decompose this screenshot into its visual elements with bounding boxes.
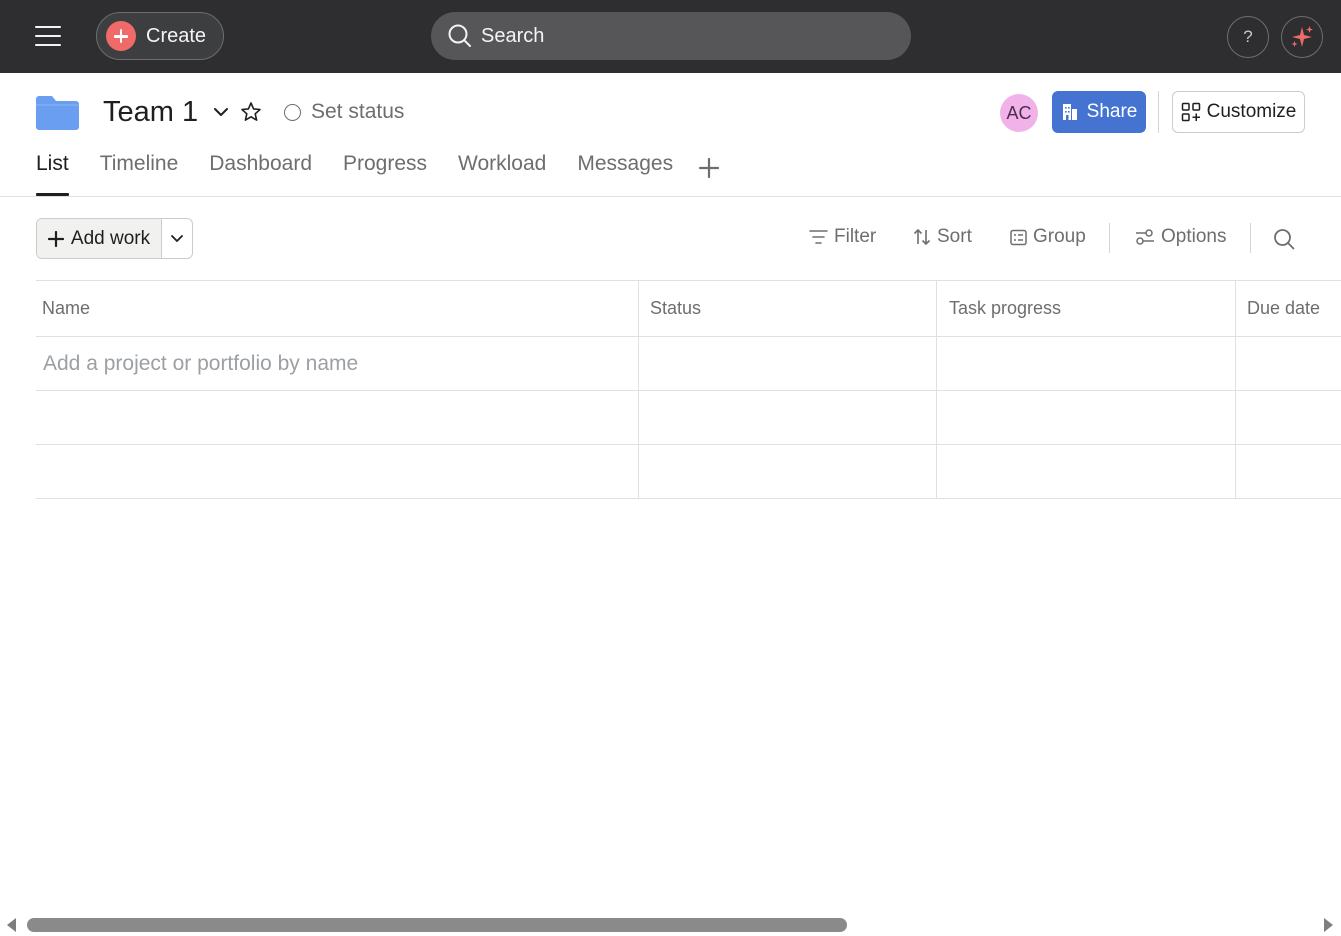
table-cell[interactable] (1236, 337, 1341, 390)
table-cell[interactable] (639, 391, 937, 444)
group-list-icon (1010, 229, 1027, 245)
tab-workload[interactable]: Workload (458, 152, 546, 196)
table-cell[interactable] (36, 445, 639, 498)
column-header-name[interactable]: Name (36, 281, 639, 336)
avatar-initials: AC (1006, 102, 1032, 123)
options-label: Options (1161, 226, 1227, 247)
filter-icon (809, 230, 828, 244)
folder-icon (36, 96, 79, 130)
create-button[interactable]: Create (96, 12, 224, 60)
toolbar-divider (1250, 223, 1251, 253)
hamburger-menu-icon[interactable] (28, 20, 68, 54)
add-work-dropdown-button[interactable] (162, 219, 192, 258)
tabs-divider (0, 196, 1341, 197)
create-label: Create (146, 24, 207, 47)
table-cell[interactable] (937, 445, 1236, 498)
options-button[interactable]: Options (1135, 226, 1226, 248)
table-cell[interactable] (639, 337, 937, 390)
tab-list[interactable]: List (36, 152, 69, 196)
add-work-button[interactable]: Add work (37, 219, 162, 258)
scrollbar-thumb[interactable] (27, 918, 847, 932)
column-header-task-progress-label: Task progress (949, 298, 1062, 318)
add-item-input[interactable]: Add a project or portfolio by name (36, 337, 639, 390)
group-button[interactable]: Group (1010, 226, 1086, 248)
table-cell[interactable] (1236, 445, 1341, 498)
set-status-label: Set status (311, 100, 405, 123)
toolbar-divider (1109, 223, 1110, 253)
add-tab-plus-icon[interactable] (698, 157, 720, 179)
filter-button[interactable]: Filter (809, 226, 876, 248)
top-bar: Create Search ? (0, 0, 1341, 73)
scroll-right-arrow-icon[interactable] (1324, 918, 1333, 932)
plus-icon (47, 230, 64, 247)
customize-button[interactable]: Customize (1172, 91, 1305, 133)
column-header-status[interactable]: Status (639, 281, 937, 336)
search-icon[interactable] (1273, 228, 1295, 250)
portfolio-table: Name Status Task progress Due date Add a… (36, 280, 1341, 499)
table-header-row: Name Status Task progress Due date (36, 280, 1341, 337)
sort-label: Sort (937, 226, 972, 247)
chevron-down-icon (171, 234, 183, 242)
column-header-name-label: Name (42, 298, 91, 318)
header-divider (1158, 91, 1159, 133)
set-status-button[interactable]: Set status (284, 100, 404, 124)
column-header-due-date[interactable]: Due date (1236, 281, 1341, 336)
search-placeholder: Search (481, 24, 545, 47)
group-label: Group (1033, 226, 1086, 247)
help-question-icon: ? (1243, 27, 1253, 46)
table-cell[interactable] (937, 391, 1236, 444)
status-circle-icon (284, 103, 301, 121)
view-tabs: List Timeline Dashboard Progress Workloa… (36, 152, 704, 196)
table-cell[interactable] (36, 391, 639, 444)
column-header-due-date-label: Due date (1247, 298, 1321, 318)
options-sliders-icon (1136, 229, 1154, 245)
table-row: Add a project or portfolio by name (36, 337, 1341, 391)
table-row (36, 391, 1341, 445)
add-item-placeholder: Add a project or portfolio by name (43, 351, 359, 375)
column-header-task-progress[interactable]: Task progress (937, 281, 1236, 336)
tab-timeline[interactable]: Timeline (100, 152, 179, 196)
project-title: Team 1 (103, 96, 199, 128)
add-work-split-button: Add work (36, 218, 193, 259)
scroll-left-arrow-icon[interactable] (7, 918, 16, 932)
sort-arrows-icon (913, 229, 931, 245)
horizontal-scrollbar[interactable] (0, 914, 1341, 936)
global-search-input[interactable]: Search (431, 12, 911, 60)
table-cell[interactable] (639, 445, 937, 498)
table-cell[interactable] (937, 337, 1236, 390)
filter-label: Filter (834, 226, 877, 247)
chevron-down-icon[interactable] (212, 104, 230, 120)
table-row (36, 445, 1341, 499)
help-button[interactable]: ? (1227, 16, 1269, 58)
tab-dashboard[interactable]: Dashboard (209, 152, 312, 196)
grid-plus-icon (1181, 102, 1200, 122)
favorite-star-icon[interactable] (240, 101, 262, 123)
share-label: Share (1086, 101, 1138, 122)
search-icon (448, 24, 471, 47)
sort-button[interactable]: Sort (913, 226, 972, 248)
share-button[interactable]: Share (1052, 91, 1146, 133)
ai-assistant-button[interactable] (1281, 16, 1323, 58)
table-cell[interactable] (1236, 391, 1341, 444)
avatar[interactable]: AC (1000, 94, 1038, 132)
tab-messages[interactable]: Messages (577, 152, 673, 196)
tab-progress[interactable]: Progress (343, 152, 427, 196)
customize-label: Customize (1206, 101, 1297, 122)
sparkle-icon (1291, 26, 1313, 47)
add-work-label: Add work (70, 227, 151, 249)
building-icon (1062, 104, 1077, 120)
column-header-status-label: Status (650, 298, 702, 318)
plus-icon (106, 21, 136, 51)
